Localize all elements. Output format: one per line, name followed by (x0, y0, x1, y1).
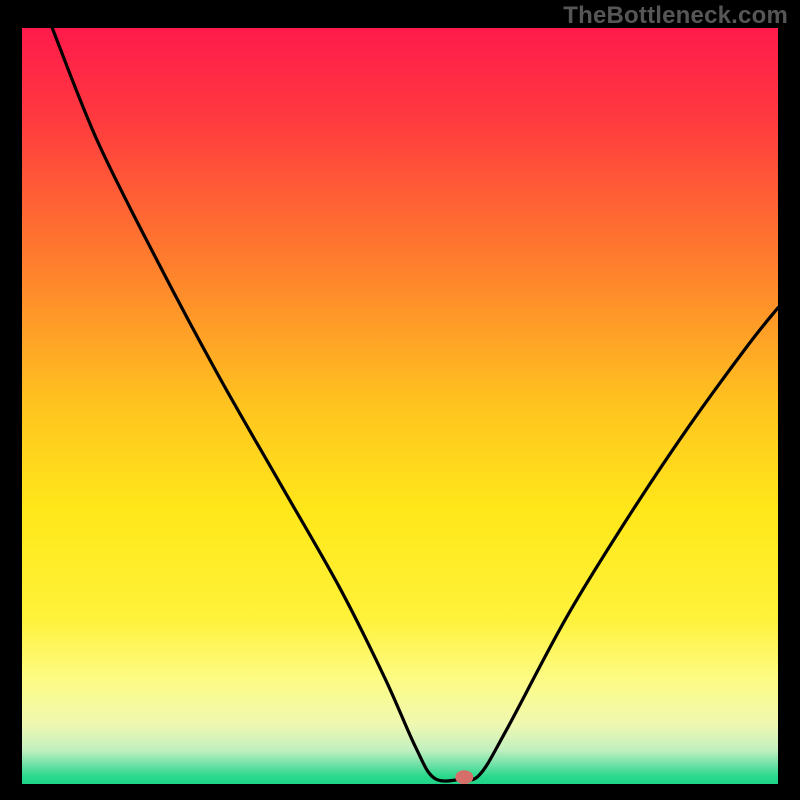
plot-area (22, 28, 778, 784)
bottleneck-chart (22, 28, 778, 784)
watermark-text: TheBottleneck.com (563, 2, 788, 30)
gradient-background (22, 28, 778, 784)
chart-frame: TheBottleneck.com (0, 0, 800, 800)
optimum-marker (455, 770, 473, 784)
